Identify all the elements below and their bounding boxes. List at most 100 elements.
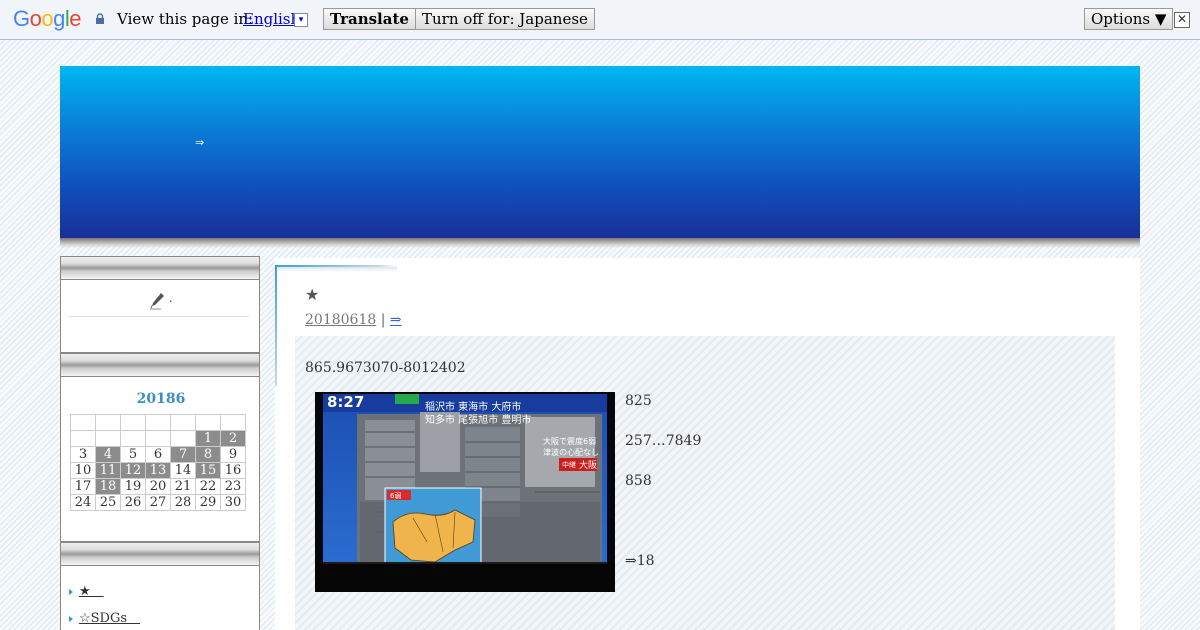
meta-separator: | xyxy=(380,312,386,328)
svg-text:稲沢市 東海市 大府市: 稲沢市 東海市 大府市 xyxy=(425,400,521,413)
svg-text:知多市 尾張旭市 豊明市: 知多市 尾張旭市 豊明市 xyxy=(425,413,531,426)
calendar-table: 1 2 3 4 5 6 7 8 9 10 11 12 13 14 15 16 17 18 19 20 21 22 23 24 2… xyxy=(70,414,246,511)
calendar-day xyxy=(120,430,146,447)
calendar-day xyxy=(95,430,121,447)
calendar-day: 10 xyxy=(70,462,96,479)
corner-shadow xyxy=(277,267,397,272)
translate-button[interactable]: Translate xyxy=(323,8,416,30)
calendar-day: 24 xyxy=(70,494,96,511)
pen-icon xyxy=(150,293,164,310)
post-line: 257…7849 xyxy=(625,433,702,449)
lock-icon xyxy=(96,13,104,24)
tv-screen-image: 8:27 稲沢市 東海市 大府市 知多市 尾張旭市 豊明市 大阪で震度6弱 津波… xyxy=(315,392,615,592)
calendar-day: 3 xyxy=(70,446,96,463)
calendar-week: 10 11 12 13 14 15 16 xyxy=(70,462,246,479)
category-item[interactable]: ☆SDGs xyxy=(69,607,140,626)
calendar-day: 22 xyxy=(195,478,221,495)
calendar-day[interactable]: 13 xyxy=(145,462,171,479)
logo-letter: g xyxy=(53,6,65,31)
chevron-down-icon[interactable]: ▾ xyxy=(294,13,308,27)
post-title: ★ xyxy=(305,285,320,304)
logo-letter: e xyxy=(69,6,82,31)
calendar-day xyxy=(145,430,171,447)
sidebar-calendar-box: 20186 1 2 3 4 5 6 7 8 9 10 11 12 13 14 15 16 17 18 19 20 21 2… xyxy=(60,377,260,542)
bullet-triangle-icon xyxy=(69,615,73,622)
calendar-day[interactable]: 4 xyxy=(95,446,121,463)
calendar-day[interactable]: 18 xyxy=(95,478,121,495)
language-select[interactable]: English xyxy=(243,10,300,28)
calendar-day xyxy=(195,414,221,431)
options-button[interactable]: Options ▼ xyxy=(1084,8,1174,30)
calendar-day: 23 xyxy=(220,478,246,495)
calendar-day: 14 xyxy=(170,462,196,479)
header-link[interactable]: ⇒ xyxy=(195,136,204,149)
calendar-week: 24 25 26 27 28 29 30 xyxy=(70,494,246,511)
category-link[interactable]: ☆SDGs xyxy=(79,611,140,626)
svg-text:8:27: 8:27 xyxy=(327,393,364,411)
sidebar-category-box: ★ ☆SDGs xyxy=(60,566,260,630)
calendar-day[interactable]: 11 xyxy=(95,462,121,479)
calendar-day: 30 xyxy=(220,494,246,511)
calendar-day: 25 xyxy=(95,494,121,511)
calendar-day: 28 xyxy=(170,494,196,511)
logo-letter: o xyxy=(41,6,54,31)
calendar-day: 19 xyxy=(120,478,146,495)
sidebar-profile-box: . xyxy=(60,280,260,353)
calendar-day: 5 xyxy=(120,446,146,463)
banner-shadow xyxy=(60,238,1140,248)
calendar-day xyxy=(170,430,196,447)
calendar-day xyxy=(220,414,246,431)
sidebar-profile-heading xyxy=(60,256,260,280)
calendar-day xyxy=(145,414,171,431)
calendar-day: 17 xyxy=(70,478,96,495)
calendar-day: 21 xyxy=(170,478,196,495)
svg-text:6弱: 6弱 xyxy=(390,492,401,500)
calendar-week: 3456789 xyxy=(70,446,246,463)
post-line: ⇒18 xyxy=(625,553,655,569)
calendar-title: 20186 xyxy=(136,391,186,407)
calendar-day: 6 xyxy=(145,446,171,463)
calendar-week xyxy=(70,414,246,431)
category-item[interactable]: ★ xyxy=(69,580,104,599)
header-banner xyxy=(60,66,1140,238)
calendar-day[interactable]: 1 xyxy=(195,430,221,447)
logo-letter: o xyxy=(29,6,42,31)
calendar-week: 12 xyxy=(70,430,246,447)
profile-text: . xyxy=(169,292,173,305)
calendar-day: 27 xyxy=(145,494,171,511)
sidebar-calendar-heading xyxy=(60,353,260,377)
calendar-week: 17 18 19 20 21 22 23 xyxy=(70,478,246,495)
calendar-day xyxy=(95,414,121,431)
calendar-day[interactable]: 12 xyxy=(120,462,146,479)
calendar-day: 16 xyxy=(220,462,246,479)
close-icon[interactable]: ✕ xyxy=(1174,12,1190,28)
post-category-link[interactable]: ⇒ xyxy=(390,312,402,328)
calendar-day: 20 xyxy=(145,478,171,495)
calendar-day xyxy=(70,430,96,447)
calendar-day: 29 xyxy=(195,494,221,511)
bullet-triangle-icon xyxy=(69,588,73,595)
calendar-day: 26 xyxy=(120,494,146,511)
svg-text:中継: 中継 xyxy=(562,460,576,469)
translate-bar: Google View this page in: English ▾ Tran… xyxy=(0,0,1200,40)
calendar-day xyxy=(170,414,196,431)
post-meta: 20180618 | ⇒ xyxy=(305,312,402,328)
google-logo: Google xyxy=(13,6,82,32)
turn-off-button[interactable]: Turn off for: Japanese xyxy=(415,8,595,30)
calendar-day[interactable]: 15 xyxy=(195,462,221,479)
post-line: 858 xyxy=(625,473,652,489)
corner-decoration xyxy=(275,266,277,386)
calendar-day[interactable]: 7 xyxy=(170,446,196,463)
logo-letter: G xyxy=(13,6,30,31)
calendar-day xyxy=(120,414,146,431)
svg-text:大阪で震度6弱: 大阪で震度6弱 xyxy=(543,436,596,446)
corner-decoration xyxy=(275,265,397,267)
post-date-link[interactable]: 20180618 xyxy=(305,312,376,328)
view-page-label: View this page in: xyxy=(117,10,254,28)
calendar-day[interactable]: 8 xyxy=(195,446,221,463)
category-link[interactable]: ★ xyxy=(79,584,104,599)
post-line: 825 xyxy=(625,393,652,409)
calendar-day[interactable]: 2 xyxy=(220,430,246,447)
svg-text:津波の心配なし: 津波の心配なし xyxy=(543,447,599,457)
tv-news-photo[interactable]: 8:27 稲沢市 東海市 大府市 知多市 尾張旭市 豊明市 大阪で震度6弱 津波… xyxy=(315,392,615,592)
